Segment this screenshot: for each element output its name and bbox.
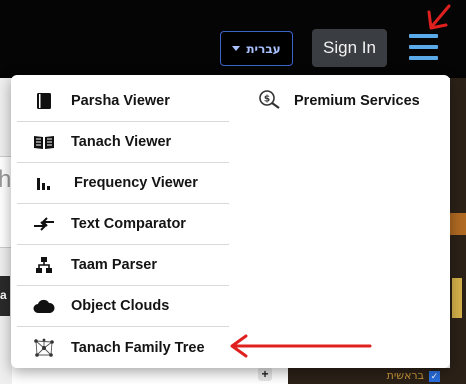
compare-arrows-icon: [17, 216, 71, 232]
language-dropdown-button[interactable]: עברית: [220, 31, 293, 66]
menu-item-label: Parsha Viewer: [71, 93, 170, 109]
menu-item-label: Premium Services: [294, 93, 420, 109]
add-button[interactable]: +: [258, 367, 272, 381]
menu-item-label: Object Clouds: [71, 298, 170, 314]
menu-item-label: Frequency Viewer: [74, 175, 198, 191]
menu-item-label: Tanach Viewer: [71, 134, 172, 150]
menu-item-label: Tanach Family Tree: [71, 339, 205, 356]
menu-item-premium-services[interactable]: $ Premium Services: [258, 81, 420, 121]
menu-item-frequency-viewer[interactable]: Frequency Viewer: [17, 163, 229, 204]
background-gold-bar: [452, 278, 462, 318]
sign-in-button[interactable]: Sign In: [312, 29, 387, 67]
background-hebrew-text: בראשית: [386, 369, 424, 382]
menu-item-object-clouds[interactable]: Object Clouds: [17, 286, 229, 327]
language-label: עברית: [246, 41, 281, 56]
menu-item-parsha-viewer[interactable]: Parsha Viewer: [17, 81, 229, 122]
hamburger-menu-icon[interactable]: [406, 30, 440, 64]
caret-down-icon: [232, 46, 241, 51]
dollar-search-icon: $: [258, 89, 282, 114]
hierarchy-icon: [17, 256, 71, 274]
open-book-icon: [17, 134, 71, 150]
svg-text:$: $: [264, 94, 270, 104]
menu-item-label: Taam Parser: [71, 257, 157, 273]
menu-item-text-comparator[interactable]: Text Comparator: [17, 204, 229, 245]
menu-item-label: Text Comparator: [71, 216, 186, 232]
navigation-dropdown-menu: Parsha Viewer Tanach Viewer Frequency Vi…: [11, 75, 450, 368]
bar-chart-icon: [17, 175, 71, 191]
background-orange-tab: [450, 213, 466, 235]
menu-item-taam-parser[interactable]: Taam Parser: [17, 245, 229, 286]
checkbox-checked[interactable]: ✓: [429, 371, 440, 382]
top-navbar: עברית Sign In: [0, 0, 466, 78]
book-icon: [17, 92, 71, 110]
background-text-fragment: h: [0, 166, 12, 193]
menu-item-tanach-viewer[interactable]: Tanach Viewer: [17, 122, 229, 163]
background-dark-tab: a: [0, 276, 10, 316]
page-background-bottom: בראשית ✓: [288, 368, 450, 384]
cloud-icon: [17, 298, 71, 314]
network-graph-icon: [17, 338, 71, 358]
page-background-right: [450, 78, 466, 384]
menu-item-tanach-family-tree[interactable]: Tanach Family Tree: [17, 327, 229, 368]
